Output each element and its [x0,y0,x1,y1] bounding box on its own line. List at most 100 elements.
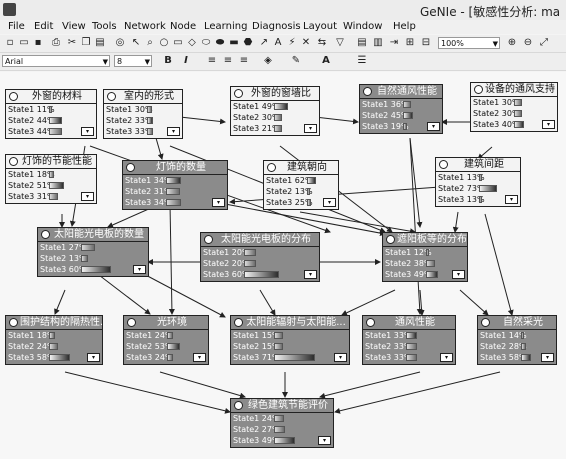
print-icon[interactable]: ⎙ [50,37,62,49]
zoom-in-icon[interactable]: ⊕ [506,37,518,49]
fill-color-icon[interactable]: ◈ [262,55,274,67]
export-icon[interactable]: ⇥ [388,37,400,49]
state-row[interactable]: State2 51% [6,180,96,191]
clear-evidence-icon[interactable]: ✕ [300,37,312,49]
menu-layout[interactable]: Layout [303,21,337,32]
node-header[interactable]: 灯饰的数量 [123,161,227,175]
state-row[interactable]: State2 24% [6,341,102,352]
node-dj[interactable]: 灯饰的节能性能 State1 18% State2 51% State3 31% ▾ [5,154,97,204]
menu-tools[interactable]: Tools [92,21,117,32]
node-header[interactable]: 自然采光 [478,316,556,330]
node-header[interactable]: 设备的通风支持 [471,83,557,97]
state-row[interactable]: State1 30% [471,97,557,108]
menu-view[interactable]: View [62,21,86,32]
state-row[interactable]: State3 60% [201,269,319,280]
align-center-icon[interactable]: ≡ [222,55,234,67]
binoculars-icon[interactable]: ◎ [114,37,126,49]
node-wh[interactable]: 围护结构的隔热性... State1 18% State2 24% State3 58… [5,315,103,365]
node-sb[interactable]: 设备的通风支持 State1 30% State2 30% State3 40% ▾ [470,82,558,132]
node-wm[interactable]: 外窗的窗墙比 State1 49% State2 30% State3 21% ▾ [230,86,320,136]
node-gr[interactable]: 太阳能光电板的分布 State1 20% State2 20% State3 60% ▾ [200,232,320,282]
state-row[interactable]: State2 30% [471,108,557,119]
italic-icon[interactable]: I [180,55,192,67]
save-icon[interactable]: ▪ [32,37,44,49]
state-row[interactable]: State1 34% [123,175,227,186]
node-header[interactable]: 绿色建筑节能评价 [231,399,333,413]
layout-icon[interactable]: ⊟ [420,37,432,49]
state-row[interactable]: State1 13% [436,172,520,183]
menu-learning[interactable]: Learning [204,21,247,32]
state-row[interactable]: State1 36% [360,99,442,110]
open-icon[interactable]: ▭ [18,37,30,49]
node-tn[interactable]: 通风性能 State1 33% State2 33% State3 33% ▾ [362,315,456,365]
state-row[interactable]: State1 15% [231,330,349,341]
state-row[interactable]: State3 60% [38,264,148,275]
node-header[interactable]: 外窗的窗墙比 [231,87,319,101]
line-width-icon[interactable]: ☰ [356,55,368,67]
align-left-icon[interactable]: ≡ [206,55,218,67]
node-header[interactable]: 灯饰的节能性能 [6,155,96,169]
state-row[interactable]: State2 31% [123,186,227,197]
state-row[interactable]: State2 38% [383,258,467,269]
node-header[interactable]: 太阳能光电板的数量 [38,228,148,242]
menu-window[interactable]: Window [343,21,382,32]
menu-help[interactable]: Help [393,21,416,32]
font-color-icon[interactable]: A [320,55,332,67]
chance-node-icon[interactable]: ○ [158,37,170,49]
utility-node-icon[interactable]: ◇ [186,37,198,49]
zoom-select[interactable]: 100% ▼ [438,37,500,49]
node-header[interactable]: 外窗的材料 [6,90,96,104]
zoom-out-icon[interactable]: ⊖ [522,37,534,49]
text-tool-icon[interactable]: A [272,37,284,49]
node-header[interactable]: 建筑间距 [436,158,520,172]
state-row[interactable]: State1 11% [6,104,96,115]
strategy-icon[interactable]: ⇆ [316,37,328,49]
node-header[interactable]: 太阳能光电板的分布 [201,233,319,247]
state-row[interactable]: State1 14% [478,330,556,341]
state-row[interactable]: State2 20% [201,258,319,269]
zoom-icon[interactable]: ⌕ [144,37,156,49]
network-canvas[interactable]: 外窗的材料 State1 11% State2 44% State3 44% ▾ 室内的形… [0,72,566,459]
line-color-icon[interactable]: ✎ [290,55,302,67]
menu-file[interactable]: File [8,21,25,32]
state-row[interactable]: State1 62% [264,175,338,186]
state-row[interactable]: State2 44% [6,115,96,126]
state-row[interactable]: State2 13% [264,186,338,197]
state-row[interactable]: State1 18% [6,330,102,341]
state-row[interactable]: State1 24% [124,330,208,341]
node-zr[interactable]: 自然通风性能 State1 36% State2 45% State3 19% ▾ [359,84,443,134]
node-header[interactable]: 通风性能 [363,316,455,330]
hexagon-node-icon[interactable]: ⬣ [242,37,254,49]
state-row[interactable]: State1 27% [38,242,148,253]
ellipse-node-icon-2[interactable]: ⬬ [214,37,226,49]
state-row[interactable]: State1 33% [363,330,455,341]
node-header[interactable]: 自然通风性能 [360,85,442,99]
state-row[interactable]: State1 12% [383,247,467,258]
state-row[interactable]: State1 49% [231,101,319,112]
copy-icon[interactable]: ❐ [80,37,92,49]
state-row[interactable]: State3 71% [231,352,349,363]
node-cx[interactable]: 建筑朝向 State1 62% State2 13% State3 25% ▾ [263,160,339,210]
node-lj[interactable]: 绿色建筑节能评价 State1 24% State2 27% State3 49% ▾ [230,398,334,448]
arc-tool-icon[interactable]: ↗ [258,37,270,49]
node-ds[interactable]: 灯饰的数量 State1 34% State2 31% State3 34% ▾ [122,160,228,210]
node-tf[interactable]: 太阳能辐射与太阳能... State1 15% State2 15% State3 7… [230,315,350,365]
node-header[interactable]: 室内的形式 [104,90,182,104]
node-header[interactable]: 太阳能辐射与太阳能... [231,316,349,330]
state-row[interactable]: State2 45% [360,110,442,121]
decision-node-icon[interactable]: ▭ [172,37,184,49]
rounded-node-icon[interactable]: ▬ [228,37,240,49]
node-header[interactable]: 光环境 [124,316,208,330]
state-row[interactable]: State2 15% [231,341,349,352]
state-row[interactable]: State2 33% [363,341,455,352]
update-icon[interactable]: ⚡ [286,37,298,49]
state-row[interactable]: State1 30% [104,104,182,115]
node-header[interactable]: 建筑朝向 [264,161,338,175]
node-sx[interactable]: 室内的形式 State1 30% State2 33% State3 33% ▾ [103,89,183,139]
align-right-icon[interactable]: ≡ [238,55,250,67]
node-view-icon[interactable]: ▤ [356,37,368,49]
state-row[interactable]: State1 20% [201,247,319,258]
node-header[interactable]: 遮阳板等的分布 [383,233,467,247]
node-ty[interactable]: 太阳能光电板的数量 State1 27% State2 13% State3 60% ▾ [37,227,149,277]
bar-chart-icon[interactable]: ▥ [372,37,384,49]
